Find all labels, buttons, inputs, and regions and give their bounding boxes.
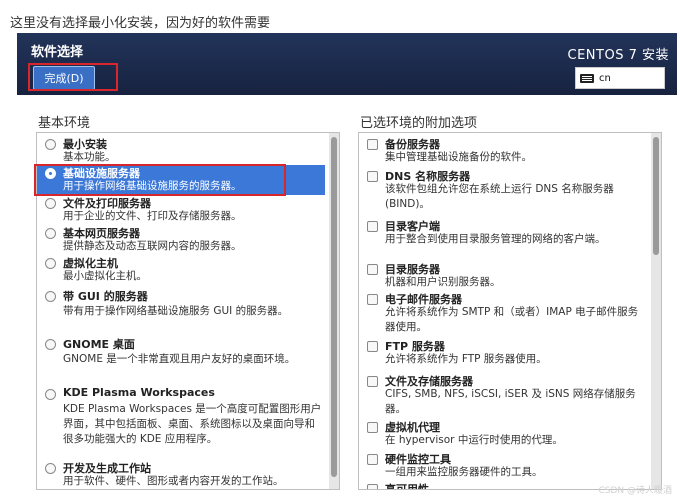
keyboard-icon [580,73,594,83]
checkbox[interactable] [367,422,378,433]
list-item-minimal[interactable]: 最小安装 基本功能。 [37,136,325,166]
addons-list: 备份服务器 集中管理基础设施备份的软件。 DNS 名称服务器 该软件包组允许您在… [358,132,662,490]
list-item-virtualization-host[interactable]: 虚拟化主机 最小虚拟化主机。 [37,255,325,285]
list-item-web-server[interactable]: 基本网页服务器 提供静态及动态互联网内容的服务器。 [37,225,325,255]
item-desc: CIFS, SMB, NFS, iSCSI, iSER 及 iSNS 网络存储服… [385,388,636,415]
item-desc: KDE Plasma Workspaces 是一个高度可配置图形用户界面，其中包… [63,403,322,445]
item-name: KDE Plasma Workspaces [63,386,215,399]
item-name: 带 GUI 的服务器 [63,290,148,303]
checkbox[interactable] [367,341,378,352]
checkbox[interactable] [367,484,378,489]
item-desc: 一组用来监控服务器硬件的工具。 [385,466,543,478]
item-desc: 最小虚拟化主机。 [63,270,147,282]
checkbox[interactable] [367,139,378,150]
list-item-file-print-server[interactable]: 文件及打印服务器 用于企业的文件、打印及存储服务器。 [37,195,325,225]
selected-item-highlight [34,164,286,196]
item-desc: 带有用于操作网络基础设施服务 GUI 的服务器。 [63,305,289,317]
list-item-dns-server[interactable]: DNS 名称服务器 该软件包组允许您在系统上运行 DNS 名称服务器 (BIND… [359,168,647,212]
done-button-highlight [28,63,118,91]
scrollbar[interactable] [651,133,661,489]
product-title: CENTOS 7 安装 [567,48,669,63]
list-item-vm-agent[interactable]: 虚拟机代理 在 hypervisor 中运行时使用的代理。 [359,419,647,449]
radio-button[interactable] [45,389,56,400]
list-item-backup-server[interactable]: 备份服务器 集中管理基础设施备份的软件。 [359,136,647,168]
list-item-directory-client[interactable]: 目录客户端 用于整合到使用目录服务管理的网络的客户端。 [359,218,647,258]
scroll-thumb[interactable] [653,137,659,255]
watermark: CSDN @诗人暖酒 [598,486,672,496]
scroll-thumb[interactable] [331,137,337,477]
addons-title: 已选环境的附加选项 [360,116,478,131]
page-title: 软件选择 [31,45,84,60]
item-name: 高可用性 [385,483,429,490]
item-desc: 集中管理基础设施备份的软件。 [385,151,532,163]
item-desc: 用于软件、硬件、图形或者内容开发的工作站。 [63,475,284,487]
item-desc: 提供静态及动态互联网内容的服务器。 [63,240,242,252]
list-item-hardware-monitoring[interactable]: 硬件监控工具 一组用来监控服务器硬件的工具。 [359,451,647,481]
radio-button[interactable] [45,198,56,209]
list-item-ftp-server[interactable]: FTP 服务器 允许将系统作为 FTP 服务器使用。 [359,338,647,368]
item-name: GNOME 桌面 [63,338,135,351]
item-desc: 允许将系统作为 FTP 服务器使用。 [385,353,547,365]
checkbox[interactable] [367,376,378,387]
list-item-directory-server[interactable]: 目录服务器 机器和用户识别服务器。 [359,261,647,291]
item-desc: 机器和用户识别服务器。 [385,276,501,288]
item-desc: 允许将系统作为 SMTP 和（或者）IMAP 电子邮件服务器使用。 [385,306,639,333]
item-desc: 用于整合到使用目录服务管理的网络的客户端。 [385,233,606,245]
checkbox[interactable] [367,221,378,232]
radio-button[interactable] [45,139,56,150]
radio-button[interactable] [45,339,56,350]
item-desc: 基本功能。 [63,151,116,163]
checkbox[interactable] [367,294,378,305]
keyboard-layout-label: cn [599,72,611,84]
list-item-server-gui[interactable]: 带 GUI 的服务器 带有用于操作网络基础设施服务 GUI 的服务器。 [37,288,325,328]
keyboard-layout-indicator[interactable]: cn [575,67,665,89]
item-desc: 用于企业的文件、打印及存储服务器。 [63,210,242,222]
list-item-file-storage-server[interactable]: 文件及存储服务器 CIFS, SMB, NFS, iSCSI, iSER 及 i… [359,373,647,415]
radio-button[interactable] [45,463,56,474]
top-caption: 这里没有选择最小化安装，因为好的软件需要 [10,16,271,31]
checkbox[interactable] [367,171,378,182]
checkbox[interactable] [367,454,378,465]
radio-button[interactable] [45,291,56,302]
item-desc: GNOME 是一个非常直观且用户友好的桌面环境。 [63,353,296,365]
item-desc: 该软件包组允许您在系统上运行 DNS 名称服务器 (BIND)。 [385,183,614,210]
list-item-email-server[interactable]: 电子邮件服务器 允许将系统作为 SMTP 和（或者）IMAP 电子邮件服务器使用… [359,291,647,335]
scrollbar[interactable] [329,133,339,489]
radio-button[interactable] [45,228,56,239]
item-desc: 在 hypervisor 中运行时使用的代理。 [385,434,563,446]
list-item-kde-plasma[interactable]: KDE Plasma Workspaces KDE Plasma Workspa… [37,386,325,456]
base-environment-title: 基本环境 [38,116,91,131]
list-item-dev-workstation[interactable]: 开发及生成工作站 用于软件、硬件、图形或者内容开发的工作站。 [37,460,325,489]
list-item-gnome-desktop[interactable]: GNOME 桌面 GNOME 是一个非常直观且用户友好的桌面环境。 [37,336,325,376]
checkbox[interactable] [367,264,378,275]
radio-button[interactable] [45,258,56,269]
